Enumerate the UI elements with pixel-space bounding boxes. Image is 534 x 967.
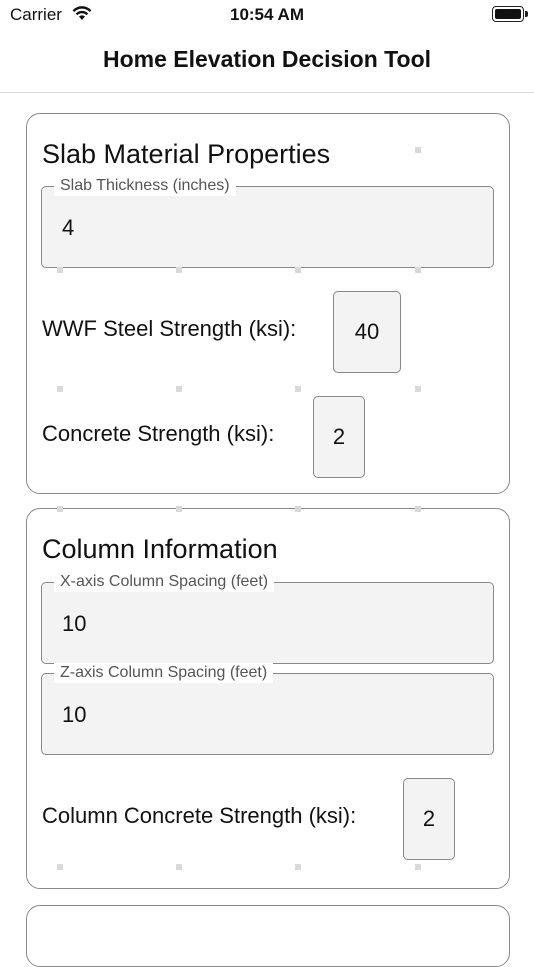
next-section-card [26,905,510,967]
column-information-card: Column Information X-axis Column Spacing… [26,508,510,889]
grid-dot [176,506,182,512]
concrete-strength-input[interactable]: 2 [313,396,365,478]
wwf-steel-strength-label: WWF Steel Strength (ksi): [42,316,297,341]
grid-dot [415,864,421,870]
column-concrete-strength-label: Column Concrete Strength (ksi): [42,803,357,828]
status-bar: Carrier 10:54 AM [0,0,534,32]
grid-dot [295,864,301,870]
page-title: Home Elevation Decision Tool [102,46,432,72]
column-section-title: Column Information [42,534,278,564]
grid-dot [57,267,63,273]
grid-dot [415,267,421,273]
wwf-steel-strength-input[interactable]: 40 [333,291,401,373]
z-axis-spacing-field[interactable]: Z-axis Column Spacing (feet) 10 [41,663,494,755]
column-concrete-strength-input[interactable]: 2 [403,778,455,860]
grid-dot [57,864,63,870]
x-axis-spacing-value[interactable]: 10 [62,611,86,637]
navigation-bar: Home Elevation Decision Tool [0,32,534,93]
status-time: 10:54 AM [229,5,304,24]
grid-dot [176,267,182,273]
slab-thickness-label: Slab Thickness (inches) [54,176,236,196]
z-axis-spacing-label: Z-axis Column Spacing (feet) [54,663,274,683]
grid-dot [415,147,421,153]
grid-dot [415,506,421,512]
x-axis-spacing-label: X-axis Column Spacing (feet) [54,572,275,592]
slab-material-card: Slab Material Properties Slab Thickness … [26,113,510,494]
grid-dot [176,864,182,870]
grid-dot [415,386,421,392]
slab-thickness-value[interactable]: 4 [62,215,74,241]
x-axis-spacing-field[interactable]: X-axis Column Spacing (feet) 10 [41,572,494,664]
grid-dot [295,267,301,273]
grid-dot [57,386,63,392]
concrete-strength-label: Concrete Strength (ksi): [42,421,275,446]
slab-section-title: Slab Material Properties [42,139,331,169]
battery-icon [492,6,528,22]
grid-dot [295,506,301,512]
slab-thickness-field[interactable]: Slab Thickness (inches) 4 [41,176,494,268]
z-axis-spacing-value[interactable]: 10 [62,702,86,728]
grid-dot [57,506,63,512]
grid-dot [176,386,182,392]
grid-dot [295,386,301,392]
